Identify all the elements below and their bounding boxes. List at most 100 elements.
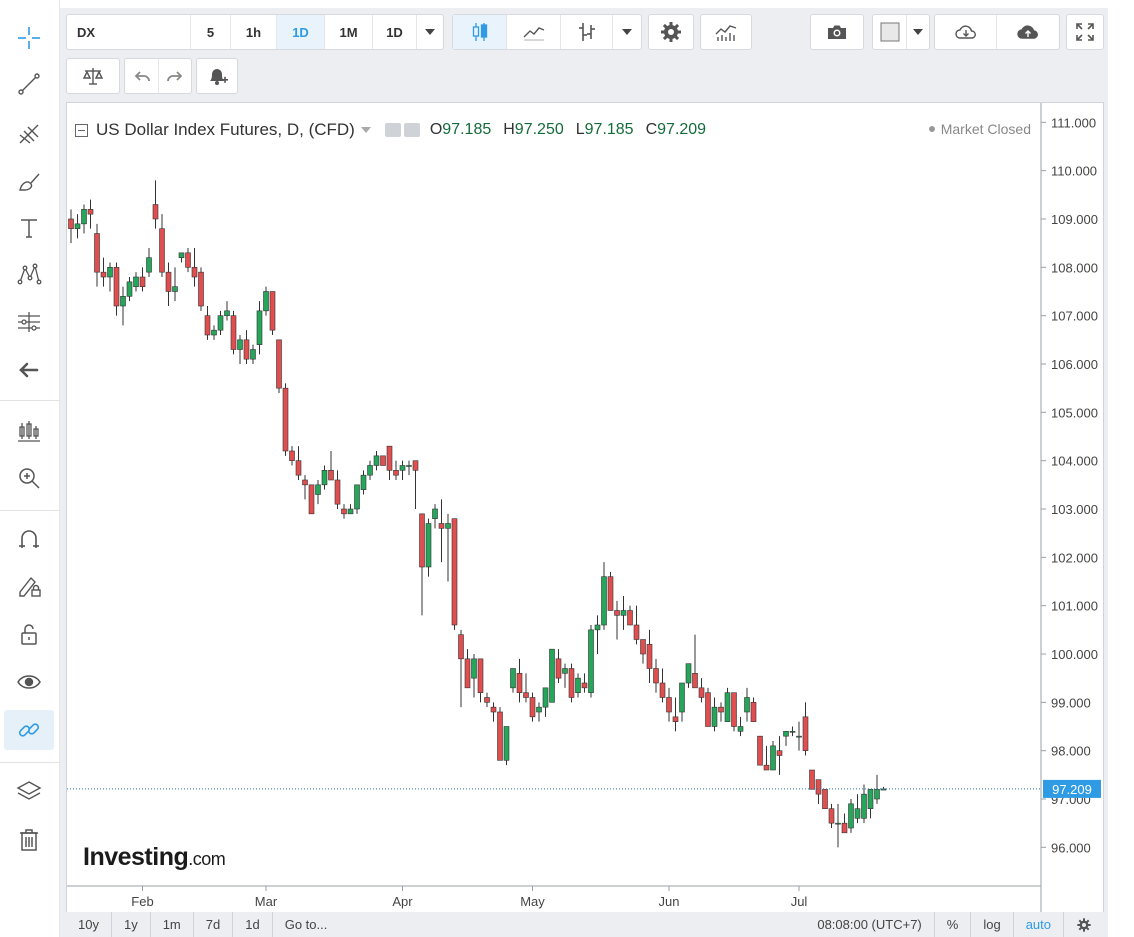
goto-button[interactable]: Go to... [273, 912, 340, 937]
zoom-in-icon[interactable] [4, 458, 54, 498]
snapshot-button[interactable] [811, 15, 863, 49]
brush-icon[interactable] [4, 162, 54, 202]
log-toggle[interactable]: log [971, 912, 1014, 937]
color-box-button[interactable] [873, 15, 907, 49]
interval-dropdown[interactable]: 1D [373, 15, 417, 49]
measure-icon[interactable] [4, 302, 54, 342]
chart-type-dropdown[interactable] [613, 15, 641, 49]
text-icon[interactable] [4, 208, 54, 248]
candle-body [679, 682, 685, 713]
pattern-icon[interactable] [4, 254, 54, 294]
collapse-legend-icon[interactable] [75, 123, 88, 137]
compare-group [66, 58, 120, 94]
lock-drawing-icon[interactable] [4, 566, 54, 606]
drawing-toolbar [0, 0, 60, 937]
redo-button[interactable] [159, 59, 191, 93]
interval-1m[interactable]: 1M [325, 15, 373, 49]
y-tick-label: 98.000 [1051, 744, 1091, 759]
percent-toggle[interactable]: % [935, 912, 972, 937]
y-tick-label: 104.000 [1051, 454, 1098, 469]
cloud-upload-icon [1017, 25, 1038, 39]
candles-icon [472, 23, 487, 41]
candle-body [523, 692, 529, 698]
load-layout-button[interactable] [935, 15, 997, 49]
chart-pattern-icon[interactable] [4, 412, 54, 452]
gear-icon [661, 22, 681, 42]
chevron-down-icon [622, 29, 632, 35]
candle-body [282, 387, 289, 452]
interval-dropdown-caret[interactable] [417, 15, 443, 49]
candle-body [796, 735, 802, 738]
scale-settings-button[interactable] [1064, 912, 1104, 937]
chart-container: DX 5 1h 1D 1M 1D 111.000 110.000 109.000… [60, 8, 1108, 937]
chevron-down-icon[interactable] [360, 127, 371, 133]
candle-body [562, 668, 568, 674]
add-alert-button[interactable] [197, 59, 237, 93]
candle-body [510, 668, 516, 689]
layers-icon[interactable] [4, 772, 54, 812]
candle-body [172, 286, 178, 292]
market-status: Market Closed [928, 121, 1031, 137]
unlock-icon[interactable] [4, 614, 54, 654]
link-icon[interactable] [4, 710, 54, 750]
symbol-input[interactable]: DX [67, 15, 191, 49]
candle-body [211, 329, 217, 336]
candles-button[interactable] [453, 15, 507, 49]
compare-button[interactable] [67, 59, 119, 93]
gear-icon [1077, 917, 1091, 932]
cloud-group [934, 14, 1060, 50]
magnet-icon[interactable] [4, 520, 54, 560]
range-7d[interactable]: 7d [194, 912, 234, 937]
candle-body [126, 281, 133, 297]
clock[interactable]: 08:08:00 (UTC+7) [805, 912, 935, 937]
undo-button[interactable] [125, 59, 159, 93]
series-settings-icon[interactable] [403, 123, 420, 137]
candle-body [432, 508, 438, 519]
candle-body [848, 803, 854, 829]
x-tick-label: Feb [131, 894, 153, 909]
candle-body [113, 267, 120, 307]
y-tick-label: 99.000 [1051, 695, 1091, 710]
back-arrow-icon[interactable] [4, 350, 54, 390]
candle-body [588, 629, 594, 693]
candle-body [198, 271, 204, 307]
trend-line-icon[interactable] [4, 64, 54, 104]
range-1d[interactable]: 1d [233, 912, 273, 937]
range-10y[interactable]: 10y [66, 912, 112, 937]
bars-button[interactable] [561, 15, 613, 49]
settings-button[interactable] [649, 15, 693, 49]
candle-body [692, 673, 698, 689]
candle-body [341, 508, 347, 515]
candle-body [666, 697, 672, 713]
eye-icon[interactable] [4, 662, 54, 702]
candle-body [763, 764, 770, 771]
candle-body [386, 445, 393, 471]
y-tick-label: 109.000 [1051, 212, 1098, 227]
candle-body [835, 822, 841, 825]
range-1m[interactable]: 1m [151, 912, 194, 937]
interval-5[interactable]: 5 [191, 15, 231, 49]
save-layout-button[interactable] [997, 15, 1059, 49]
indicators-button[interactable] [701, 15, 751, 49]
chart-pane[interactable]: 111.000 110.000 109.000 108.000 107.000 106.0… [66, 102, 1105, 917]
candle-body [737, 726, 744, 732]
interval-1h[interactable]: 1h [231, 15, 277, 49]
eye-toggle-icon[interactable] [384, 123, 401, 137]
indicators-icon [715, 25, 737, 41]
x-tick-label: Jul [791, 894, 808, 909]
trash-icon[interactable] [4, 820, 54, 860]
color-dropdown[interactable] [907, 15, 929, 49]
candlestick-chart[interactable]: 111.000 110.000 109.000 108.000 107.000 106.0… [67, 103, 1105, 917]
range-1y[interactable]: 1y [112, 912, 151, 937]
pitchfork-icon[interactable] [4, 114, 54, 154]
auto-toggle[interactable]: auto [1014, 912, 1064, 937]
x-tick-label: Jun [659, 894, 680, 909]
candle-body [731, 692, 737, 727]
candle-body [243, 339, 250, 360]
fullscreen-button[interactable] [1067, 15, 1103, 49]
interval-1d[interactable]: 1D [277, 15, 325, 49]
candle-body [68, 218, 74, 229]
crosshair-icon[interactable] [4, 18, 54, 58]
candle-body [770, 745, 776, 771]
line-chart-button[interactable] [507, 15, 561, 49]
